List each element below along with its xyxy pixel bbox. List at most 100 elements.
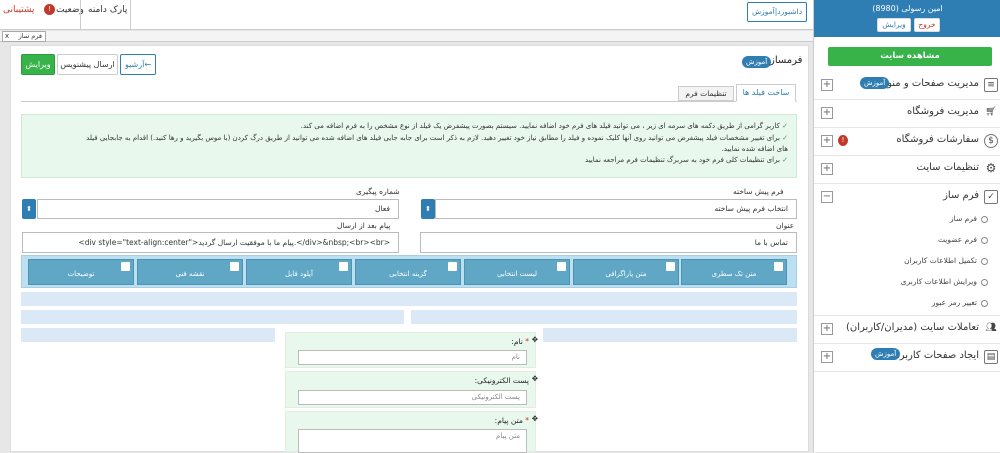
layout-icon: ▤ <box>984 350 998 364</box>
radio-icon <box>981 257 988 265</box>
title-input[interactable]: تماس با ما <box>420 232 797 253</box>
palette-upload[interactable]: آپلود فایل <box>246 259 352 285</box>
drop-zone[interactable] <box>411 310 797 324</box>
radio-icon <box>981 236 988 244</box>
collapse-icon[interactable]: − <box>821 191 833 203</box>
check-icon: ✓ <box>779 122 788 130</box>
move-icon[interactable]: ✥ <box>532 374 538 383</box>
info-line-3: برای تنظیمات کلی فرم خود به سربرگ تنظیما… <box>585 156 780 164</box>
tab-form-builder[interactable]: x فرم ساز <box>2 31 46 42</box>
info-line-1: کاربر گرامی از طریق دکمه های سرمه ای زیر… <box>300 122 780 130</box>
sidebar-item-user-pages[interactable]: ▤ ایجاد صفحات کاربران آموزش + <box>814 344 1000 372</box>
drop-zone[interactable] <box>543 328 797 342</box>
expand-icon[interactable]: + <box>821 163 833 175</box>
move-icon[interactable]: ✥ <box>532 414 538 423</box>
palette-label: متن تک سطری <box>711 270 757 278</box>
drop-zone[interactable] <box>21 310 404 324</box>
submenu-edit-user-info[interactable]: ویرایش اطلاعات کاربری <box>901 277 988 286</box>
sidebar-item-label: فرم ساز <box>943 190 979 201</box>
tutorial-badge[interactable]: آموزش <box>742 56 772 68</box>
palette-label: گزینه انتخابی <box>389 270 427 278</box>
dashboard-button[interactable]: داشبورد|آموزش <box>747 2 807 22</box>
palette-label: لیست انتخابی <box>496 270 538 278</box>
palette-single-line[interactable]: متن تک سطری <box>681 259 787 285</box>
sidebar-item-label: مدیریت فروشگاه <box>906 106 979 117</box>
upload-icon <box>339 262 348 271</box>
info-line-2: برای تغییر مشخصات فیلد پیشفرض می توانید … <box>86 134 780 142</box>
palette-description[interactable]: توضیحات <box>28 259 134 285</box>
sidebar-item-interactions[interactable]: 👥︎ تعاملات سایت (مدیران/کاربران) + <box>814 316 1000 344</box>
drop-zone[interactable] <box>21 292 797 306</box>
name-input[interactable]: نام <box>298 350 527 365</box>
form-field-name[interactable]: * نام: ✥ نام <box>285 332 538 368</box>
after-send-label: پیام بعد از ارسال <box>337 221 391 230</box>
tab-underline <box>21 101 797 102</box>
message-textarea[interactable]: متن پیام <box>298 429 527 453</box>
palette-paragraph[interactable]: متن پاراگرافی <box>573 259 679 285</box>
logout-button[interactable]: خروج <box>914 18 940 32</box>
tutorial-badge[interactable]: آموزش <box>871 348 901 360</box>
list-icon <box>557 262 566 271</box>
submenu-complete-user-info[interactable]: تکمیل اطلاعات کاربران <box>904 256 988 265</box>
user-box: امین رسولی (8980) ویرایش خروج <box>814 0 1000 37</box>
sidebar-item-orders[interactable]: $ سفارشات فروشگاه ! + <box>814 128 1000 156</box>
required-mark: * <box>525 337 529 346</box>
tracking-number-select[interactable]: فعال <box>37 199 399 219</box>
title-label: عنوان <box>776 221 795 230</box>
move-icon[interactable]: ✥ <box>532 335 538 344</box>
send-draft-button[interactable]: ارسال پیشنویس <box>57 54 118 75</box>
dollar-icon: $ <box>984 134 998 148</box>
submenu-label: فرم عضویت <box>937 235 977 244</box>
text-icon <box>774 262 783 271</box>
palette-map[interactable]: نقشه فنی <box>137 259 243 285</box>
page-icon: ≡ <box>984 78 998 92</box>
submenu-label: تکمیل اطلاعات کاربران <box>904 256 977 265</box>
view-site-button[interactable]: مشاهده سایت <box>828 47 992 66</box>
palette-option[interactable]: گزینه انتخابی <box>355 259 461 285</box>
submenu-label: تغییر رمز عبور <box>931 298 977 307</box>
tab-build-fields[interactable]: ساخت فیلد ها <box>736 84 796 102</box>
sidebar-item-store[interactable]: 🛒︎ مدیریت فروشگاه + <box>814 100 1000 128</box>
tutorial-badge[interactable]: آموزش <box>860 77 890 89</box>
submenu-form-builder[interactable]: فرم ساز <box>950 214 988 223</box>
sidebar-item-settings[interactable]: ⚙ تنظیمات سایت + <box>814 156 1000 184</box>
select-arrow-icon[interactable]: ⬍ <box>22 199 36 219</box>
sidebar-item-form-builder[interactable]: ✓ فرم ساز − فرم ساز فرم عضویت تکمیل اطلا… <box>814 184 1000 316</box>
domain-park-link[interactable]: پارک دامنه <box>88 5 127 15</box>
users-icon: 👥︎ <box>985 323 997 333</box>
sidebar-item-label: تعاملات سایت (مدیران/کاربران) <box>845 322 979 333</box>
archive-button[interactable]: آرشیو← <box>120 54 156 75</box>
check-icon: ✓ <box>779 156 788 164</box>
palette-label: آپلود فایل <box>285 270 313 278</box>
form-field-message[interactable]: * متن پیام: ✥ متن پیام <box>285 411 538 453</box>
field-palette: متن تک سطری متن پاراگرافی لیست انتخابی گ… <box>21 255 797 288</box>
after-send-input[interactable]: <div style="text-align:center">پیام ما ب… <box>22 232 399 253</box>
drop-zone[interactable] <box>21 328 275 342</box>
submenu-membership-form[interactable]: فرم عضویت <box>938 235 988 244</box>
expand-icon[interactable]: + <box>821 135 833 147</box>
submenu-label: فرم ساز <box>950 214 977 223</box>
edit-button[interactable]: ویرایش <box>21 54 55 75</box>
expand-icon[interactable]: + <box>821 351 833 363</box>
submenu-change-password[interactable]: تغییر رمز عبور <box>932 298 988 307</box>
select-arrow-icon[interactable]: ⬍ <box>421 199 435 219</box>
alert-icon: ! <box>838 135 848 146</box>
sidebar-item-label: ایجاد صفحات کاربران <box>889 350 979 361</box>
expand-icon[interactable]: + <box>821 107 833 119</box>
field-label-text: پست الکترونیکی: <box>474 376 529 385</box>
prebuilt-form-label: فرم پیش ساخته <box>733 187 784 196</box>
expand-icon[interactable]: + <box>821 79 833 91</box>
sidebar-item-label: مدیریت صفحات و منوها <box>878 78 979 89</box>
sidebar-item-pages[interactable]: ≡ مدیریت صفحات و منوها آموزش + <box>814 72 1000 100</box>
divider <box>80 0 81 30</box>
email-input[interactable]: پست الکترونیکی <box>298 390 527 405</box>
prebuilt-form-select[interactable]: انتخاب فرم پیش ساخته <box>435 199 797 219</box>
form-field-email[interactable]: پست الکترونیکی: ✥ پست الکترونیکی <box>285 371 538 408</box>
expand-icon[interactable]: + <box>821 323 833 335</box>
close-icon[interactable]: x <box>5 32 9 41</box>
support-link[interactable]: پشتیبانی <box>3 5 34 15</box>
tab-form-settings[interactable]: تنظیمات فرم <box>678 86 734 101</box>
palette-select-list[interactable]: لیست انتخابی <box>464 259 570 285</box>
field-label: * نام: <box>511 337 529 346</box>
profile-edit-button[interactable]: ویرایش <box>877 18 911 32</box>
